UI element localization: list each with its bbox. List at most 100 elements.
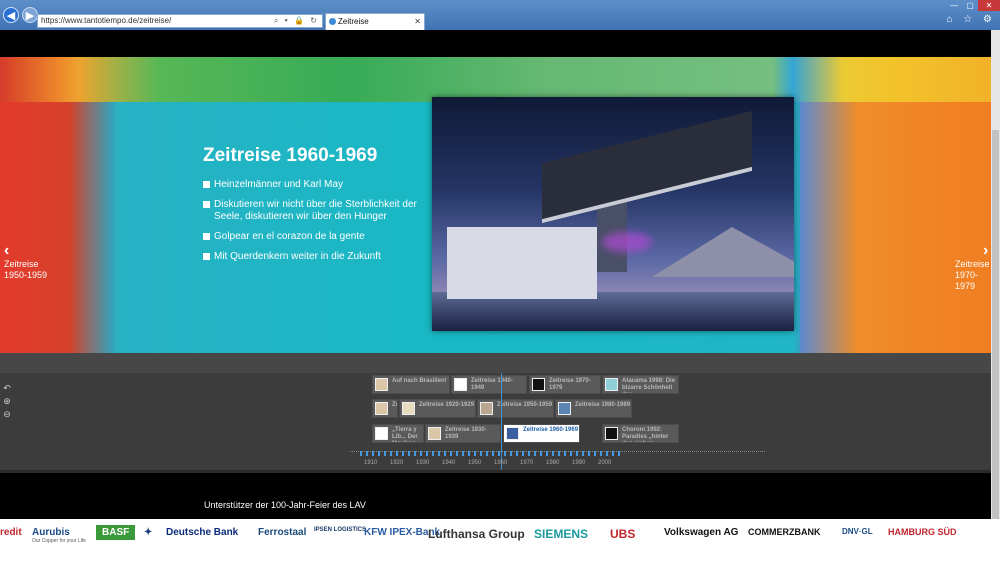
event-thumbnail (454, 378, 467, 391)
timeline-event[interactable]: Zu (372, 399, 398, 418)
sponsor-logo[interactable]: Volkswagen AG (664, 527, 738, 538)
sponsor-tagline: Our Copper for your Life (32, 538, 86, 544)
minimize-icon[interactable]: — (946, 0, 962, 11)
event-label: Zeitreise 1960-1969 (523, 427, 579, 433)
sponsor-logo[interactable]: IPSEN LOGISTICS (314, 527, 366, 533)
browser-toolbar: ◀ ▶ https://www.tantotiempo.de/zeitreise… (0, 0, 1000, 30)
browser-window: ◀ ▶ https://www.tantotiempo.de/zeitreise… (0, 0, 1000, 562)
event-thumbnail (506, 427, 519, 440)
timeline-footer (0, 470, 991, 473)
timeline-event[interactable]: Zeitreise 1940-1949 (451, 375, 527, 394)
url-text: https://www.tantotiempo.de/zeitreise/ (41, 16, 172, 25)
window-controls: — ▢ ✕ (946, 0, 1000, 11)
event-label: Zeitreise 1940-1949 (471, 378, 513, 391)
timeline-event[interactable]: Zeitreise 1920-1929 (399, 399, 476, 418)
event-label: Zeitreise 1930-1939 (445, 427, 487, 440)
timeline-header (0, 353, 991, 373)
timeline-event-active[interactable]: Zeitreise 1960-1969 (503, 424, 580, 443)
timeline-event[interactable]: Zeitreise 1950-1959 (477, 399, 554, 418)
forward-icon[interactable]: ▶ (22, 7, 38, 23)
sponsor-logo[interactable]: Deutsche Bank (166, 527, 238, 538)
next-slide-text: Zeitreise 1970-1979 (955, 259, 990, 291)
event-label: Zu (392, 402, 397, 408)
slide-title: Zeitreise 1960-1969 (203, 145, 378, 166)
address-bar[interactable]: https://www.tantotiempo.de/zeitreise/ ⌕ … (37, 14, 323, 28)
bullet-item[interactable]: Diskutieren wir nicht über die Sterblich… (203, 199, 425, 223)
sponsor-logo[interactable]: redit (0, 527, 22, 538)
year-label: 1960 (494, 460, 508, 466)
event-label: „Tierra y Lib... Der Mexikan... Revoluti… (392, 427, 421, 442)
event-thumbnail (375, 427, 388, 440)
sponsor-logo[interactable]: HAMBURG SÜD (888, 527, 957, 537)
timeline-controls: ↶ ⊕ ⊖ (0, 383, 14, 422)
year-label: 2000 (598, 460, 612, 466)
sponsor-logo[interactable]: COMMERZBANK (748, 527, 821, 537)
timeline-event[interactable]: Zeitreise 1970-1979 (529, 375, 601, 394)
sponsor-logo[interactable]: UBS (610, 527, 635, 541)
event-thumbnail (558, 402, 571, 415)
close-tab-icon[interactable]: ✕ (414, 14, 421, 30)
timeline-event[interactable]: Auf nach Brasilien! (372, 375, 450, 394)
sponsors-heading: Unterstützer der 100-Jahr-Feier des LAV (204, 500, 366, 510)
scroll-thumb[interactable] (992, 130, 999, 530)
prev-slide-text: Zeitreise 1950-1959 (4, 259, 48, 280)
event-label: Auf nach Brasilien! (392, 378, 447, 384)
event-label: Zeitreise 1950-1959 (497, 402, 553, 408)
event-label: Zeitreise 1980-1989 (575, 402, 631, 408)
timeline-event[interactable]: „Tierra y Lib... Der Mexikan... Revoluti… (372, 424, 424, 443)
timeline-event[interactable]: Choroní 1992: Paradies „hinter den siebe… (602, 424, 679, 443)
color-band-left (0, 102, 115, 353)
tab-title: Zeitreise (338, 17, 369, 26)
prev-slide-label[interactable]: Zeitreise 1950-1959 (4, 259, 47, 281)
next-slide-icon[interactable]: › (983, 242, 988, 260)
year-label: 1940 (442, 460, 456, 466)
prev-slide-icon[interactable]: ‹ (4, 242, 9, 260)
page-scrollbar[interactable] (991, 30, 1000, 562)
timeline-event[interactable]: Zeitreise 1980-1989 (555, 399, 632, 418)
sponsor-logo[interactable]: Aurubis Our Copper for your Life (32, 527, 86, 544)
timeline-cursor[interactable] (501, 373, 502, 473)
event-thumbnail (375, 378, 388, 391)
year-label: 1920 (390, 460, 404, 466)
sponsor-logo[interactable]: DNV·GL (842, 527, 873, 536)
event-label: Zeitreise 1970-1979 (549, 378, 591, 391)
event-thumbnail (375, 402, 388, 415)
home-favorites-settings-icons[interactable]: ⌂ ☆ ⚙ (946, 14, 996, 25)
timeline-event[interactable]: Atacama 1998: Die bizarre Schönheit der (602, 375, 679, 394)
sponsor-logo[interactable]: Lufthansa Group (428, 527, 525, 541)
zoom-out-icon[interactable]: ⊖ (0, 409, 14, 422)
bullet-item[interactable]: Mit Querdenkern weiter in die Zukunft (203, 251, 425, 263)
window-close-icon[interactable]: ✕ (978, 0, 1000, 11)
year-label: 1970 (520, 460, 534, 466)
favicon-icon (329, 18, 336, 25)
event-label: Choroní 1992: Paradies „hinter den siebe… (622, 427, 669, 442)
bullet-item[interactable]: Heinzelmänner und Karl May (203, 179, 425, 191)
timeline-panel[interactable]: ↶ ⊕ ⊖ Auf nach Brasilien! Zeitreise 1940… (0, 353, 991, 473)
event-thumbnail (605, 378, 618, 391)
event-thumbnail (605, 427, 618, 440)
color-band-right (800, 102, 991, 353)
zoom-in-icon[interactable]: ⊕ (0, 396, 14, 409)
maximize-icon[interactable]: ▢ (962, 0, 978, 11)
back-icon[interactable]: ◀ (3, 7, 19, 23)
event-thumbnail (402, 402, 415, 415)
sponsor-logo[interactable]: BASF (96, 525, 136, 540)
event-label: Atacama 1998: Die bizarre Schönheit der (622, 378, 676, 393)
slide-bullets: Heinzelmänner und Karl May Diskutieren w… (203, 179, 425, 271)
sponsor-logo[interactable]: ✦ (144, 527, 152, 538)
event-thumbnail (532, 378, 545, 391)
timeline-reset-icon[interactable]: ↶ (0, 383, 14, 396)
bullet-item[interactable]: Golpear en el corazon de la gente (203, 231, 425, 243)
next-slide-label[interactable]: Zeitreise 1970-1979 (955, 259, 991, 292)
year-label: 1980 (546, 460, 560, 466)
browser-tab[interactable]: Zeitreise ✕ (325, 13, 425, 30)
sponsor-logo[interactable]: Ferrostaal (258, 527, 306, 538)
hero-slide: Zeitreise 1960-1969 Heinzelmänner und Ka… (0, 57, 991, 353)
event-thumbnail (428, 427, 441, 440)
year-label: 1990 (572, 460, 586, 466)
sponsor-logo[interactable]: SIEMENS (534, 527, 588, 541)
timeline-ruler-ticks (360, 451, 620, 456)
year-label: 1930 (416, 460, 430, 466)
timeline-event[interactable]: Zeitreise 1930-1939 (425, 424, 501, 443)
address-tools-icon[interactable]: ⌕ ▾ 🔒 ↻ (274, 15, 319, 27)
